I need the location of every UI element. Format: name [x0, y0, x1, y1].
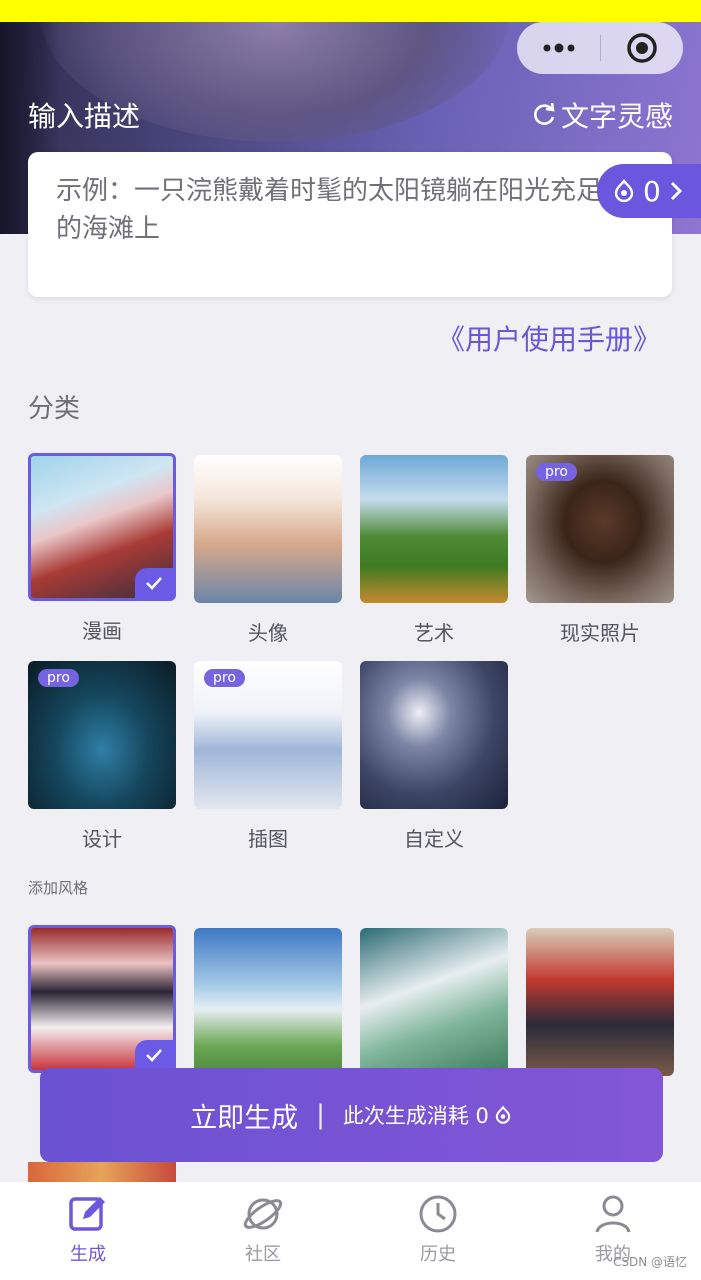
credit-balance-button[interactable]: 0 [597, 164, 701, 218]
style-item[interactable] [360, 928, 508, 1076]
category-thumbnail: pro [28, 661, 176, 809]
category-label: 设计 [82, 827, 122, 851]
pro-badge: pro [536, 463, 577, 481]
style-thumbnail [526, 928, 674, 1076]
category-item-illustration[interactable]: pro 插图 [194, 661, 342, 852]
category-thumbnail [360, 455, 508, 603]
clock-icon [419, 1195, 457, 1233]
category-label: 自定义 [404, 827, 464, 851]
category-item-comic[interactable]: 漫画 [28, 453, 176, 644]
edit-icon [69, 1197, 105, 1231]
style-thumbnail [194, 928, 342, 1076]
text-inspiration-button[interactable]: 文字灵感 [531, 95, 673, 135]
style-item[interactable] [28, 925, 176, 1073]
category-label: 艺术 [414, 621, 454, 645]
coin-icon [495, 1105, 511, 1124]
chevron-right-icon [670, 181, 682, 201]
category-item-realphoto[interactable]: pro 现实照片 [526, 455, 674, 646]
tab-community[interactable]: 社区 [203, 1192, 323, 1266]
category-thumbnail [28, 453, 176, 601]
description-input[interactable]: 示例：一只浣熊戴着时髦的太阳镜躺在阳光充足的海滩上 [28, 152, 672, 297]
refresh-icon [534, 102, 555, 125]
more-dots-icon[interactable] [517, 22, 600, 74]
text-inspiration-label: 文字灵感 [560, 100, 673, 133]
generate-button[interactable]: 立即生成 | 此次生成消耗 0 [40, 1068, 663, 1162]
style-thumbnail [28, 925, 176, 1073]
category-item-avatar[interactable]: 头像 [194, 455, 342, 646]
generate-cost-text: 此次生成消耗 0 [342, 1104, 489, 1128]
tab-generate[interactable]: 生成 [28, 1192, 148, 1266]
category-item-art[interactable]: 艺术 [360, 455, 508, 646]
watermark: CSDN @语忆 [612, 1255, 687, 1269]
generate-label: 立即生成 [190, 1102, 299, 1134]
category-label: 插图 [248, 827, 288, 851]
description-placeholder: 示例：一只浣熊戴着时髦的太阳镜躺在阳光充足的海滩上 [56, 176, 603, 244]
tab-label: 生成 [70, 1244, 106, 1265]
user-icon [595, 1195, 631, 1233]
tab-label: 历史 [420, 1244, 456, 1265]
category-label: 漫画 [82, 619, 122, 643]
style-thumbnail [360, 928, 508, 1076]
category-thumbnail [360, 661, 508, 809]
style-item[interactable] [526, 928, 674, 1076]
planet-icon [243, 1198, 283, 1230]
check-icon [135, 568, 173, 598]
category-item-custom[interactable]: 自定义 [360, 661, 508, 852]
style-item-peek [28, 1162, 176, 1182]
tab-history[interactable]: 历史 [378, 1192, 498, 1266]
user-manual-link[interactable]: 《用户使用手册》 [437, 318, 661, 358]
generate-cost: 此次生成消耗 0 [343, 1100, 513, 1130]
check-icon [135, 1040, 173, 1070]
top-strip [0, 0, 701, 22]
tab-label: 社区 [245, 1244, 281, 1265]
category-item-design[interactable]: pro 设计 [28, 661, 176, 852]
category-thumbnail: pro [526, 455, 674, 603]
bottom-tab-bar: 生成 社区 历史 我的 CSDN @语忆 [0, 1182, 701, 1280]
style-item[interactable] [194, 928, 342, 1076]
coin-icon [614, 179, 634, 203]
credit-count: 0 [643, 174, 661, 208]
pro-badge: pro [38, 669, 79, 687]
mini-program-capsule [517, 22, 683, 74]
category-thumbnail [194, 455, 342, 603]
category-label: 现实照片 [560, 621, 640, 645]
target-icon[interactable] [600, 22, 683, 74]
category-label: 头像 [248, 621, 288, 645]
add-style-title: 添加风格 [28, 879, 89, 897]
pro-badge: pro [204, 669, 245, 687]
category-title: 分类 [28, 394, 81, 424]
category-thumbnail: pro [194, 661, 342, 809]
generate-separator: | [316, 1100, 325, 1130]
input-description-title: 输入描述 [28, 100, 141, 133]
